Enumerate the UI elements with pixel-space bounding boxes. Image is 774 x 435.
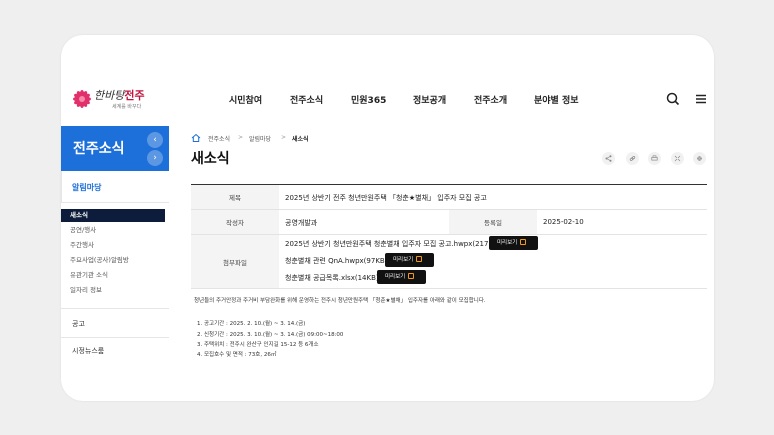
sidebar-header: 전주소식 ‹ › xyxy=(61,126,169,171)
home-icon[interactable] xyxy=(191,133,201,143)
date-label: 등록일 xyxy=(449,210,537,234)
search-icon[interactable] xyxy=(665,91,681,107)
breadcrumb-separator: > xyxy=(281,134,287,141)
post-info-table: 제목 2025년 상반기 전주 청년만원주택 「청춘★별채」 입주자 모집 공고… xyxy=(191,184,707,289)
preview-icon xyxy=(520,239,527,245)
sidebar-divider xyxy=(61,308,169,309)
link-icon[interactable] xyxy=(626,152,639,165)
preview-button[interactable]: 미리보기 xyxy=(385,253,434,267)
share-icon[interactable] xyxy=(602,152,615,165)
body-list-item: 1. 공고기간 : 2025. 2. 10.(월) ~ 3. 14.(금) xyxy=(197,321,306,327)
site-logo[interactable]: 한바탕전주 세계를 바꾸다 xyxy=(66,85,145,113)
breadcrumb-current: 새소식 xyxy=(292,136,309,143)
breadcrumb-separator: > xyxy=(238,134,244,141)
sidebar-title: 전주소식 xyxy=(73,141,125,157)
preview-button[interactable]: 미리보기 xyxy=(489,236,538,250)
preview-icon xyxy=(408,273,415,279)
attachment-link[interactable]: 2025년 상반기 청년만원주택 청춘별채 입주자 모집 공고.hwpx(217… xyxy=(285,239,501,249)
post-author: 공영개발과 xyxy=(285,219,318,227)
attachment-link[interactable]: 청춘별채 관련 QnA.hwpx(97KB) xyxy=(285,256,387,266)
title-label: 제목 xyxy=(191,185,279,209)
breadcrumb-item[interactable]: 전주소식 xyxy=(208,134,230,143)
logo-subtext: 세계를 바꾸다 xyxy=(112,104,142,110)
prev-arrow-icon[interactable]: ‹ xyxy=(147,132,163,148)
sidebar-item-notice-board[interactable]: 알림마당 xyxy=(61,171,169,203)
attachment-link[interactable]: 청춘별채 공급목록.xlsx(14KB) xyxy=(285,273,379,283)
nav-item-by-field[interactable]: 분야별 정보 xyxy=(534,93,579,106)
sidebar-sub-item-news[interactable]: 새소식 xyxy=(61,209,165,222)
print-icon[interactable] xyxy=(648,152,661,165)
browser-frame: 한바탕전주 세계를 바꾸다 시민참여 전주소식 민원365 정보공개 전주소개 … xyxy=(61,35,714,401)
shrink-icon[interactable] xyxy=(693,152,706,165)
sidebar-sub-item-performance[interactable]: 공연/행사 xyxy=(61,224,165,237)
nav-item-about[interactable]: 전주소개 xyxy=(474,93,507,106)
sidebar-sub-item-projects[interactable]: 주요사업(공사)알림방 xyxy=(61,254,165,267)
sidebar-sub-item-jobs[interactable]: 일자리 정보 xyxy=(61,284,165,297)
body-list-item: 2. 신청기간 : 2025. 3. 10.(월) ~ 3. 14.(금) 09… xyxy=(197,332,344,338)
site-header: 한바탕전주 세계를 바꾸다 시민참여 전주소식 민원365 정보공개 전주소개 … xyxy=(61,85,714,115)
author-label: 작성자 xyxy=(191,210,279,234)
preview-icon xyxy=(416,256,423,262)
nav-item-participation[interactable]: 시민참여 xyxy=(229,93,262,106)
sidebar-item-announcement[interactable]: 공고 xyxy=(61,319,169,329)
page-title: 새소식 xyxy=(191,151,230,167)
menu-icon[interactable] xyxy=(693,91,709,107)
next-arrow-icon[interactable]: › xyxy=(147,150,163,166)
body-list-item: 4. 모집호수 및 면적 : 73호, 26㎡ xyxy=(197,352,277,358)
table-row-attachments: 첨부파일 2025년 상반기 청년만원주택 청춘별채 입주자 모집 공고.hwp… xyxy=(191,235,707,289)
nav-item-info-disclosure[interactable]: 정보공개 xyxy=(413,93,446,106)
preview-button[interactable]: 미리보기 xyxy=(377,270,426,284)
sidebar-sub-item-agencies[interactable]: 유관기관 소식 xyxy=(61,269,165,282)
nav-item-civil-service[interactable]: 민원365 xyxy=(351,93,386,106)
body-list-item: 3. 주택위치 : 전주시 완산구 인지길 15-12 등 6개소 xyxy=(197,342,319,348)
nav-item-news[interactable]: 전주소식 xyxy=(290,93,323,106)
post-date: 2025-02-10 xyxy=(543,218,584,226)
breadcrumb-item[interactable]: 알림마당 xyxy=(249,134,271,143)
logo-text: 한바탕전주 xyxy=(94,89,145,102)
sidebar-sub-item-weekly[interactable]: 주간행사 xyxy=(61,239,165,252)
files-label: 첨부파일 xyxy=(191,235,279,288)
table-row-title: 제목 2025년 상반기 전주 청년만원주택 「청춘★별채」 입주자 모집 공고 xyxy=(191,185,707,210)
post-title: 2025년 상반기 전주 청년만원주택 「청춘★별채」 입주자 모집 공고 xyxy=(285,194,487,202)
sidebar-item-newsroom[interactable]: 시정뉴스룸 xyxy=(61,346,169,356)
expand-icon[interactable] xyxy=(671,152,684,165)
body-paragraph: 청년들의 주거안정과 주거비 부담완화를 위해 운영하는 전주시 청년만원주택 … xyxy=(194,298,486,304)
table-row-author: 작성자 공영개발과 등록일 2025-02-10 xyxy=(191,210,707,235)
sidebar-divider xyxy=(61,337,169,338)
